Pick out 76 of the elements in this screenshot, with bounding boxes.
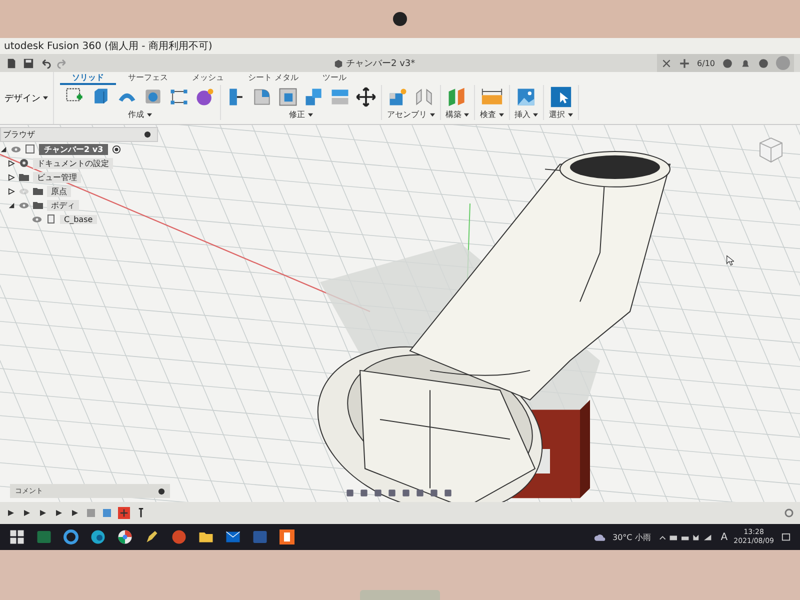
caret-icon <box>43 96 48 100</box>
eye-icon[interactable] <box>32 216 42 222</box>
tree-item[interactable]: ドキュメントの設定 <box>0 156 158 170</box>
sphere-star-icon <box>194 86 216 108</box>
feature-icon[interactable] <box>118 507 130 519</box>
eye-icon[interactable] <box>11 146 21 152</box>
undo-icon[interactable] <box>40 58 51 68</box>
tree-item[interactable]: チャンバー2 v3 <box>0 142 158 156</box>
plus-icon[interactable] <box>679 58 690 68</box>
app-icon[interactable] <box>89 528 107 546</box>
mouse-cursor-icon <box>726 255 734 266</box>
gear-icon <box>19 158 29 168</box>
tree-item[interactable]: 原点 <box>0 184 158 198</box>
job-status[interactable]: 6/10 <box>697 58 715 68</box>
file-icon[interactable] <box>6 58 17 68</box>
expand-toggle-icon[interactable] <box>8 160 15 166</box>
tool-group-menu[interactable]: 作成 <box>126 109 154 120</box>
settings-icon[interactable] <box>784 508 794 518</box>
caret-icon <box>533 112 538 117</box>
app-icon[interactable] <box>62 528 80 546</box>
tool-group-menu[interactable]: 修正 <box>287 109 315 120</box>
app-icon[interactable] <box>116 528 134 546</box>
tool-group-menu[interactable]: 構築 <box>444 109 472 120</box>
pin-icon[interactable] <box>144 131 151 138</box>
clock-icon[interactable] <box>722 58 733 68</box>
eye-icon[interactable] <box>19 202 29 208</box>
cursor-tool[interactable] <box>548 85 573 109</box>
caret-icon <box>464 112 470 117</box>
caret-icon <box>146 112 152 117</box>
timeline-marker-icon[interactable] <box>136 508 146 518</box>
move-tool[interactable] <box>354 85 378 109</box>
expand-toggle-icon[interactable] <box>8 202 15 208</box>
toolbar-tab[interactable]: シート メタル <box>236 72 311 85</box>
window-title: utodesk Fusion 360 (個人用 - 商用利用不可) <box>4 40 212 53</box>
notification-icon[interactable] <box>780 532 792 542</box>
tool-group-menu[interactable]: 挿入 <box>512 109 540 120</box>
start-icon[interactable] <box>8 528 26 546</box>
tool-group-menu[interactable]: アセンブリ <box>385 109 437 120</box>
toolbar-tab[interactable]: ツール <box>310 72 359 85</box>
save-icon[interactable] <box>23 58 34 68</box>
caret-icon <box>498 112 504 117</box>
input-method-indicator[interactable]: A <box>720 532 728 542</box>
picture-icon <box>515 86 538 108</box>
tree-item[interactable]: C_base <box>0 212 158 226</box>
shell-box-icon <box>277 86 299 108</box>
caret-icon <box>308 112 313 117</box>
camera-icon <box>393 12 407 26</box>
rounded-corner-icon <box>251 86 273 108</box>
expand-toggle-icon[interactable] <box>0 146 7 152</box>
panel-title: ブラウザ <box>3 129 35 140</box>
document-tab[interactable]: チャンバー2 v3* <box>334 56 416 70</box>
tree-item[interactable]: ビュー管理 <box>0 170 158 184</box>
activate-radio-icon[interactable] <box>112 144 122 154</box>
tree-item[interactable]: ボディ <box>0 198 158 212</box>
toolbar-tab[interactable]: サーフェス <box>116 72 180 85</box>
caret-icon <box>430 112 435 117</box>
document-icon <box>25 144 35 154</box>
add-comment-icon[interactable] <box>158 488 165 494</box>
tool-group-menu[interactable]: 検査 <box>478 109 506 120</box>
workspace-dropdown[interactable]: デザイン <box>0 72 54 124</box>
toolbar-tab[interactable]: メッシュ <box>180 72 236 85</box>
help-icon[interactable] <box>758 58 769 68</box>
cube-icon <box>334 58 343 68</box>
app-icon[interactable] <box>278 528 296 546</box>
tool-group-menu[interactable]: 選択 <box>547 109 575 120</box>
expand-toggle-icon[interactable] <box>8 174 15 180</box>
close-icon[interactable] <box>661 58 672 68</box>
cursor-icon <box>550 86 572 108</box>
move-icon <box>355 86 377 108</box>
cloud-icon <box>594 532 606 542</box>
bell-icon[interactable] <box>740 58 751 68</box>
body-icon <box>46 214 56 224</box>
expand-toggle-icon[interactable] <box>8 188 15 194</box>
caret-icon <box>568 112 573 117</box>
toolbar-tab[interactable]: ソリッド <box>60 72 116 85</box>
weather-text[interactable]: 30°C 小雨 <box>612 532 651 542</box>
